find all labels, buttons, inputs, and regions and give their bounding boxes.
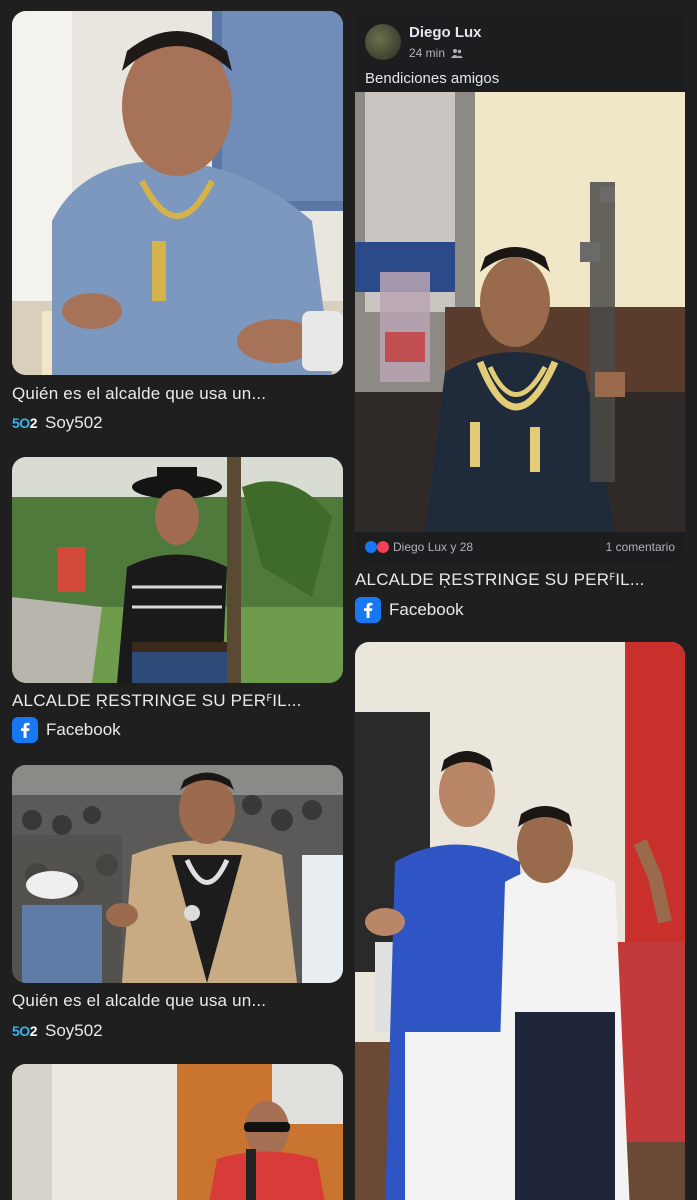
- result-title[interactable]: Quién es el alcalde que usa un...: [12, 383, 343, 405]
- result-source[interactable]: 5O2 Soy502: [12, 1019, 103, 1043]
- fb-post-time: 24 min: [409, 46, 446, 60]
- facebook-icon: [12, 717, 38, 743]
- photo-illustration: [12, 1064, 343, 1200]
- result-source[interactable]: Facebook: [12, 717, 121, 743]
- fb-comments-count: 1 comentario: [605, 540, 675, 554]
- result-source[interactable]: 5O2 Soy502: [12, 411, 103, 435]
- result-image-man-tan-jacket-crowd[interactable]: [12, 765, 343, 983]
- result-image-man-red-shirt-microphone[interactable]: [12, 1064, 343, 1200]
- result-title[interactable]: ALCALDE ṚESTRINGE SU PERꟳIL...: [355, 569, 685, 591]
- source-name: Soy502: [44, 1021, 103, 1040]
- result-card[interactable]: [355, 642, 685, 1200]
- source-name: Soy502: [44, 413, 103, 432]
- result-card[interactable]: Diego Lux 24 min Bendiciones amigos Dieg…: [355, 12, 685, 624]
- fb-post-meta: 24 min: [409, 46, 464, 60]
- source-name: Facebook: [389, 600, 464, 619]
- like-icon: [365, 541, 377, 553]
- fb-post-footer: Diego Lux y 28 1 comentario: [355, 532, 685, 562]
- facebook-icon: [355, 597, 381, 623]
- photo-illustration: [12, 765, 343, 983]
- result-card[interactable]: ALCALDE ṚESTRINGE SU PERꟳIL... Facebook: [12, 457, 343, 747]
- fb-reactions: Diego Lux y 28: [365, 540, 473, 554]
- fb-post-caption: Bendiciones amigos: [365, 70, 500, 87]
- photo-illustration: [355, 642, 685, 1200]
- source-name: Facebook: [46, 720, 121, 739]
- photo-illustration: [12, 11, 343, 375]
- result-image-facebook-post-screenshot[interactable]: Diego Lux 24 min Bendiciones amigos Dieg…: [355, 12, 685, 562]
- fb-post-header: Diego Lux 24 min Bendiciones amigos: [355, 12, 685, 104]
- result-card[interactable]: Quién es el alcalde que usa un... 5O2 So…: [12, 11, 343, 441]
- fb-author-avatar: [365, 24, 401, 60]
- result-image-two-men-posing[interactable]: [355, 642, 685, 1200]
- soy502-logo-icon: 5O2: [12, 1023, 38, 1039]
- result-title[interactable]: ALCALDE ṚESTRINGE SU PERꟳIL...: [12, 690, 343, 712]
- fb-author-name: Diego Lux: [409, 24, 482, 41]
- friends-icon: [451, 49, 464, 58]
- love-icon: [377, 541, 389, 553]
- result-card[interactable]: [12, 1064, 343, 1200]
- soy502-logo-icon: 5O2: [12, 415, 38, 431]
- photo-illustration: [355, 92, 685, 532]
- result-image-man-blue-shirt-gold-chains[interactable]: [12, 11, 343, 375]
- result-image-man-cowboy-hat[interactable]: [12, 457, 343, 683]
- result-source[interactable]: Facebook: [355, 597, 464, 623]
- fb-reactions-text: Diego Lux y 28: [393, 540, 474, 554]
- result-title[interactable]: Quién es el alcalde que usa un...: [12, 990, 343, 1012]
- result-card[interactable]: Quién es el alcalde que usa un... 5O2 So…: [12, 765, 343, 1050]
- photo-illustration: [12, 457, 343, 683]
